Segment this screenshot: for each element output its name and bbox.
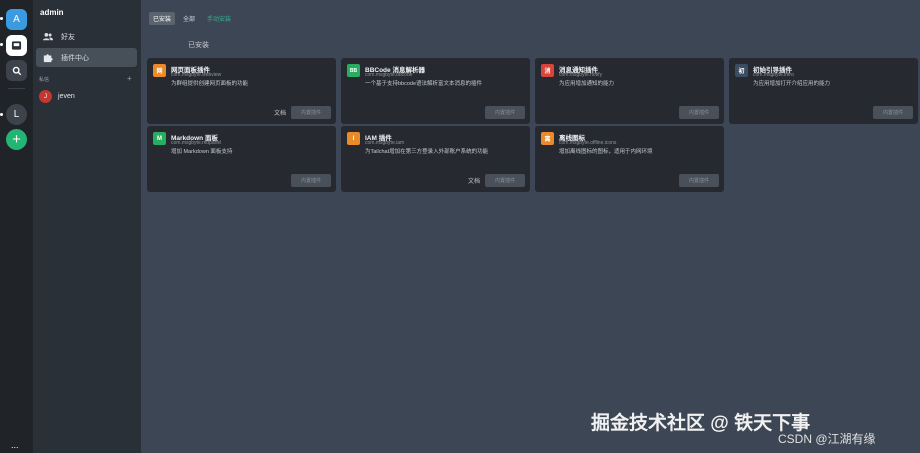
sidebar-item-label: 插件中心 [61, 54, 89, 62]
builtin-plugin-button[interactable]: 内置插件 [291, 106, 331, 119]
users-icon [41, 32, 55, 41]
plugin-package: com.msgbyte.offline.icons [559, 140, 617, 146]
plugin-badge: M [153, 132, 166, 145]
sidebar-title: admin [40, 8, 64, 17]
builtin-plugin-button[interactable]: 内置插件 [873, 106, 913, 119]
plugin-card-notify: 消 消息通知插件 com.msgbyte.notify 为应用增加通知的能力 内… [535, 58, 724, 124]
sidebar: admin 好友 插件中心 私信 + J jeven [33, 0, 141, 453]
watermark-secondary: CSDN @江湖有缘 [778, 432, 876, 446]
puzzle-icon [41, 53, 55, 63]
plugin-package: com.msgbyte.mdpanel [171, 140, 222, 146]
plugin-card-iam: I IAM 插件 com.msgbyte.iam 为Tailchat增加在第三方… [341, 126, 530, 192]
plugin-badge: 初 [735, 64, 748, 77]
plugin-description: 为应用增加打开介绍应用的能力 [753, 81, 831, 87]
builtin-plugin-button[interactable]: 内置插件 [485, 174, 525, 187]
plugin-package: com.msgbyte.iam [365, 140, 405, 146]
plugin-tabs: 已安装 全部 手动安装 [149, 12, 239, 25]
plugin-card-webview: 网 网页面板插件 com.msgbyte.webview 为群组提供创建网页面板… [147, 58, 336, 124]
plugin-description: 增加 Markdown 面板支持 [171, 149, 233, 155]
add-group-button[interactable]: + [6, 129, 27, 150]
doc-link[interactable]: 文档 [468, 176, 480, 185]
avatar-letter: A [13, 14, 20, 25]
builtin-plugin-button[interactable]: 内置插件 [679, 106, 719, 119]
plugin-description: 增加离线图标的图标，适用于内网环境 [559, 149, 653, 155]
builtin-plugin-button[interactable]: 内置插件 [679, 174, 719, 187]
group-letter: L [13, 109, 20, 120]
dm-user-name: jeven [58, 93, 75, 100]
sidebar-item-plugins[interactable]: 插件中心 [36, 48, 137, 67]
plugin-package: com.msgbyte.intro [753, 72, 794, 78]
search-button[interactable] [6, 60, 27, 81]
plugin-package: com.msgbyte.bbcode [365, 72, 413, 78]
rail-divider [8, 88, 25, 89]
plugin-package: com.msgbyte.webview [171, 72, 222, 78]
active-indicator [0, 113, 3, 116]
plugin-center: 已安装 全部 手动安装 已安装 网 网页面板插件 com.msgbyte.web… [141, 0, 920, 453]
tab-manual-install[interactable]: 手动安装 [203, 12, 235, 25]
add-dm-button[interactable]: + [127, 74, 132, 83]
inbox-icon [11, 41, 22, 50]
plugin-package: com.msgbyte.notify [559, 72, 603, 78]
sidebar-item-friends[interactable]: 好友 [36, 27, 137, 46]
plugin-badge: 消 [541, 64, 554, 77]
plugin-card-mdpanel: M Markdown 面板 com.msgbyte.mdpanel 增加 Mar… [147, 126, 336, 192]
active-indicator [0, 17, 3, 20]
plugin-description: 为群组提供创建网页面板的功能 [171, 81, 249, 87]
avatar: J [39, 90, 52, 103]
dm-item-jeven[interactable]: J jeven [39, 90, 75, 103]
search-icon [12, 66, 21, 75]
tab-installed[interactable]: 已安装 [149, 12, 176, 25]
sidebar-item-label: 好友 [61, 33, 75, 41]
more-icon[interactable]: ... [11, 440, 19, 450]
builtin-plugin-button[interactable]: 内置插件 [485, 106, 525, 119]
section-label: 私信 [39, 77, 50, 83]
plugin-badge: BB [347, 64, 360, 77]
inbox-button[interactable] [6, 35, 27, 56]
doc-link[interactable]: 文档 [274, 108, 286, 117]
plugin-description: 一个基于支持bbcode语法解析富文本消息的插件 [365, 81, 483, 87]
active-indicator [0, 43, 3, 46]
plugin-badge: 离 [541, 132, 554, 145]
plugin-badge: 网 [153, 64, 166, 77]
plugin-card-intro: 初 初始引导插件 com.msgbyte.intro 为应用增加打开介绍应用的能… [729, 58, 918, 124]
plugin-description: 为Tailchat增加在第三方登录入外部账户系统的功能 [365, 149, 489, 155]
plugin-card-offline-icons: 离 离线图标 com.msgbyte.offline.icons 增加离线图标的… [535, 126, 724, 192]
plugin-description: 为应用增加通知的能力 [559, 81, 615, 87]
section-title: 已安装 [188, 42, 209, 49]
tab-all[interactable]: 全部 [179, 12, 199, 25]
avatar[interactable]: A [6, 9, 27, 30]
plus-icon: + [12, 131, 21, 148]
plugin-card-bbcode: BB BBCode 消息解析器 com.msgbyte.bbcode 一个基于支… [341, 58, 530, 124]
group-button[interactable]: L [6, 104, 27, 125]
builtin-plugin-button[interactable]: 内置插件 [291, 174, 331, 187]
plugin-badge: I [347, 132, 360, 145]
app-rail: A L + ... [0, 0, 33, 453]
